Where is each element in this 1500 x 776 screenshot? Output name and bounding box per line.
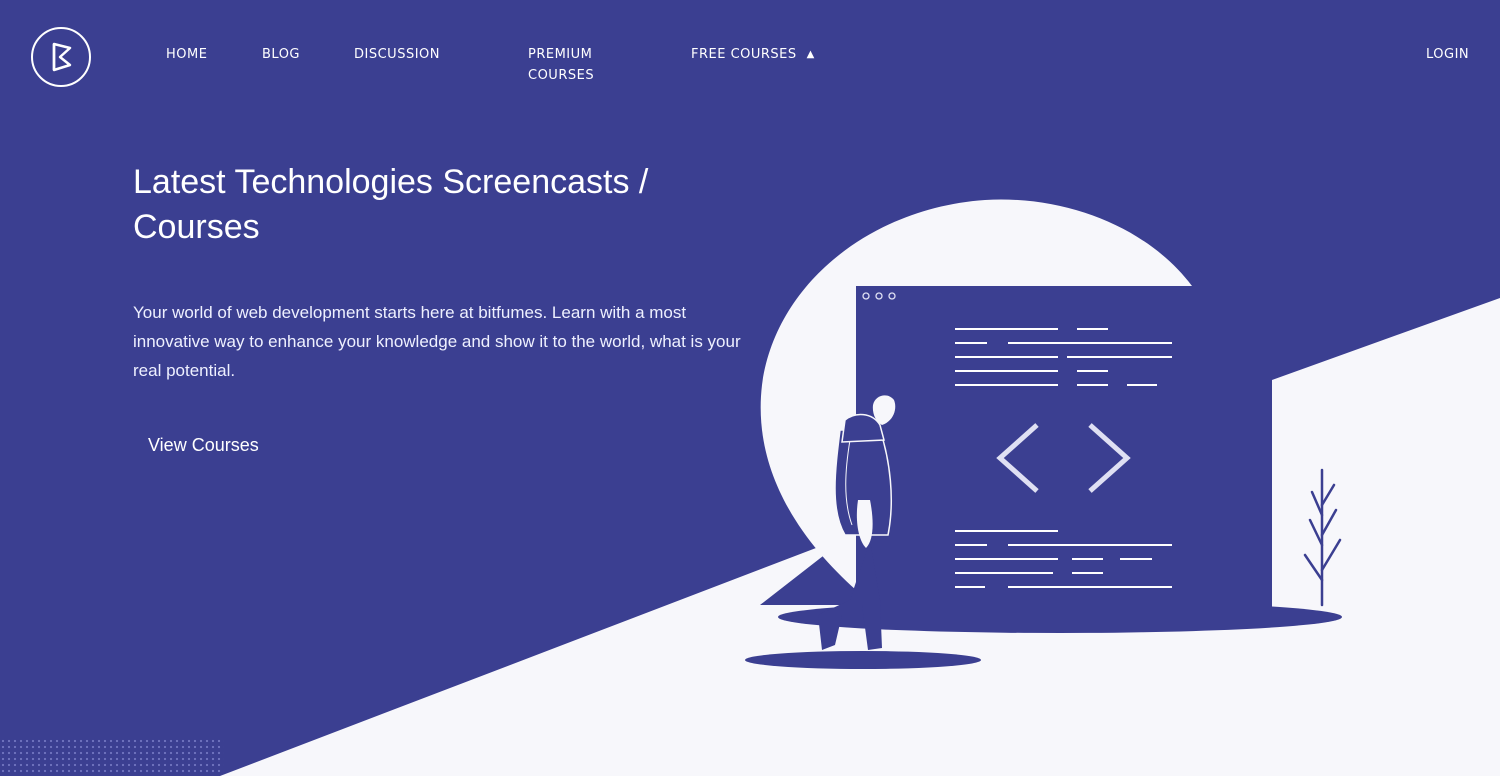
hero-description: Your world of web development starts her… [133,303,741,380]
nav-premium-courses[interactable]: PREMIUM COURSES [528,44,628,86]
nav-discussion[interactable]: DISCUSSION [354,44,440,65]
hero-illustration [220,199,1500,776]
view-courses-button[interactable]: View Courses [148,432,259,458]
person-shadow [745,651,981,669]
logo-mark-icon [52,42,72,72]
nav-free-courses-label: FREE COURSES [691,47,797,62]
dot-pattern [0,738,224,776]
nav-home[interactable]: HOME [166,44,207,65]
nav-blog[interactable]: BLOG [262,44,300,65]
caret-up-icon: ▲ [806,49,815,60]
nav-free-courses[interactable]: FREE COURSES ▲ [691,44,815,65]
wall-panel [1272,380,1500,610]
hero-title: Latest Technologies Screencasts / Course… [133,163,649,246]
login-link[interactable]: LOGIN [1426,44,1469,65]
browser-screen [856,286,1272,616]
bitfumes-logo-icon[interactable] [31,27,91,87]
